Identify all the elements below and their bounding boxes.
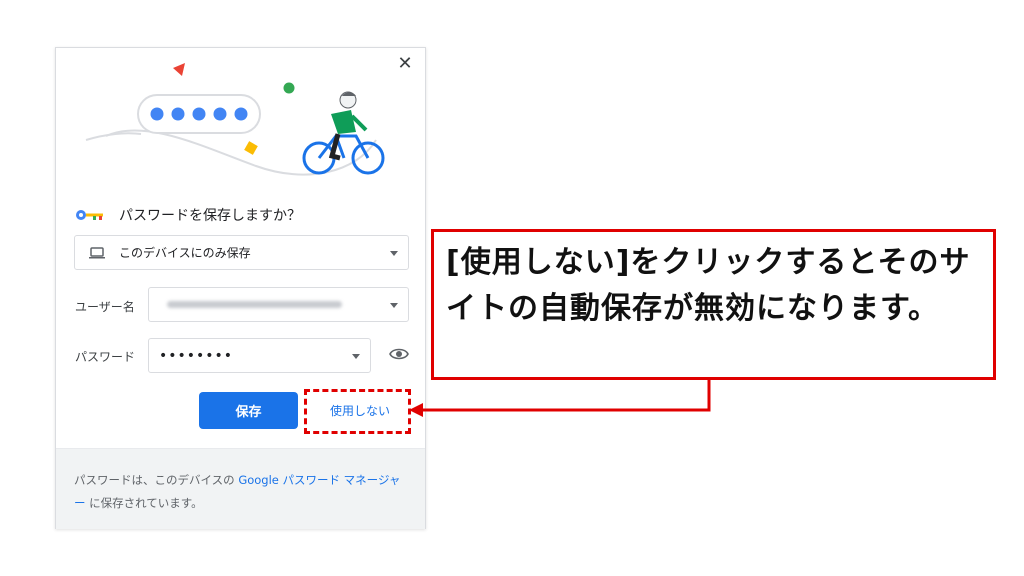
- save-button[interactable]: 保存: [199, 392, 298, 429]
- eye-icon[interactable]: [389, 347, 409, 361]
- password-dropdown[interactable]: ••••••••: [148, 338, 371, 373]
- key-icon: [76, 210, 103, 220]
- chevron-down-icon: [390, 250, 398, 256]
- chevron-down-icon: [352, 353, 360, 359]
- chevron-down-icon: [390, 302, 398, 308]
- save-password-dialog: ✕ パスワードを保存しますか？ このデバイスにのみ保存 ユーザー名 パスワード …: [55, 47, 426, 529]
- username-dropdown[interactable]: [148, 287, 409, 322]
- save-destination-dropdown[interactable]: このデバイスにのみ保存: [74, 235, 409, 270]
- highlight-box: [304, 389, 411, 434]
- save-destination-value: このデバイスにのみ保存: [119, 246, 251, 260]
- dialog-footer: パスワードは、このデバイスの Google パスワード マネージャー に保存され…: [56, 449, 425, 529]
- password-value: ••••••••: [159, 347, 234, 364]
- annotation-callout: [使用しない]をクリックするとそのサイトの自動保存が無効になります。: [431, 229, 996, 380]
- username-value-blurred: [167, 301, 342, 308]
- username-label: ユーザー名: [75, 300, 135, 314]
- footer-text-after: に保存されています。: [85, 496, 203, 510]
- dialog-title: パスワードを保存しますか？: [119, 208, 301, 224]
- cyclist-illustration: [85, 63, 385, 176]
- screen: ✕ パスワードを保存しますか？ このデバイスにのみ保存 ユーザー名 パスワード …: [0, 0, 1024, 576]
- footer-text-before: パスワードは、このデバイスの: [74, 473, 239, 487]
- laptop-icon: [89, 246, 105, 258]
- password-label: パスワード: [75, 350, 136, 364]
- dialog-title-row: パスワードを保存しますか？: [75, 205, 301, 225]
